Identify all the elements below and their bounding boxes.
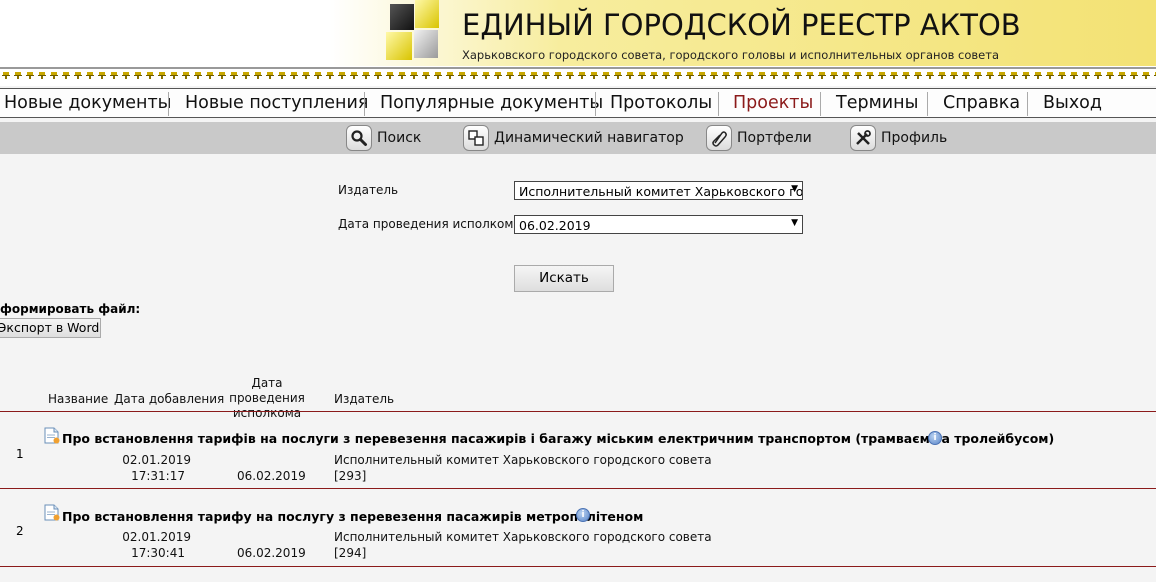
- subnav-search[interactable]: Поиск: [346, 125, 421, 151]
- column-header-name: Название: [48, 392, 109, 406]
- nav-divider: [820, 92, 821, 116]
- registration-number: [294]: [334, 546, 367, 560]
- meeting-date-select[interactable]: 06.02.2019 ▼: [514, 215, 803, 234]
- publisher-select[interactable]: Исполнительный комитет Харьковского горо…: [514, 181, 803, 200]
- nav-terms[interactable]: Термины: [836, 93, 918, 113]
- info-icon[interactable]: i: [928, 431, 942, 445]
- paperclip-icon: [706, 125, 732, 151]
- dropdown-arrow-icon: ▼: [791, 184, 798, 194]
- export-title: формировать файл:: [0, 302, 141, 316]
- row-number: 2: [16, 524, 24, 538]
- added-time: 17:31:17: [131, 469, 185, 483]
- publisher-select-value: Исполнительный комитет Харьковского горо…: [519, 184, 803, 199]
- subnav-portfolios-label: Портфели: [737, 130, 812, 146]
- nav-divider: [364, 92, 365, 116]
- column-header-date-added: Дата добавления: [114, 392, 225, 406]
- subnav-portfolios[interactable]: Портфели: [706, 125, 812, 151]
- document-title-link[interactable]: Про встановлення тарифу на послугу з пер…: [62, 509, 643, 524]
- publisher: Исполнительный комитет Харьковского горо…: [334, 530, 712, 544]
- nav-divider: [168, 92, 169, 116]
- nav-popular-documents[interactable]: Популярные документы: [380, 93, 603, 113]
- export-word-button[interactable]: Экспорт в Word: [0, 318, 101, 338]
- magnifier-icon: [346, 125, 372, 151]
- column-header-meeting-date: Дата проведения исполкома: [229, 376, 305, 420]
- nav-logout[interactable]: Выход: [1043, 93, 1102, 113]
- decorative-border: [0, 66, 1156, 86]
- subnav-profile-label: Профиль: [881, 130, 948, 146]
- row-separator: [0, 566, 1156, 567]
- meeting-date: 06.02.2019: [237, 546, 306, 560]
- nav-new-documents[interactable]: Новые документы: [4, 93, 171, 113]
- subnav-dynamic-navigator[interactable]: Динамический навигатор: [463, 125, 684, 151]
- row-separator: [0, 488, 1156, 489]
- nav-projects[interactable]: Проекты: [733, 93, 813, 113]
- row-separator: [0, 411, 1156, 412]
- site-header: ЕДИНЫЙ ГОРОДСКОЙ РЕЕСТР АКТОВ Харьковско…: [0, 0, 1156, 66]
- subnav-navigator-label: Динамический навигатор: [494, 130, 684, 146]
- meeting-date: 06.02.2019: [237, 469, 306, 483]
- meeting-date-label: Дата проведения исполкома: [338, 217, 521, 231]
- search-button[interactable]: Искать: [514, 265, 614, 292]
- nav-protocols[interactable]: Протоколы: [610, 93, 712, 113]
- meeting-date-select-value: 06.02.2019: [519, 218, 591, 233]
- document-icon: [44, 504, 60, 521]
- dropdown-arrow-icon: ▼: [791, 218, 798, 228]
- info-icon[interactable]: i: [576, 508, 590, 522]
- site-subtitle: Харьковского городского совета, городско…: [462, 48, 1000, 62]
- added-date: 02.01.2019: [122, 453, 191, 467]
- ornament-pattern: [0, 66, 1156, 86]
- main-navigation: Новые документы Новые поступления Популя…: [0, 88, 1156, 118]
- registration-number: [293]: [334, 469, 367, 483]
- subnav-search-label: Поиск: [377, 130, 422, 146]
- tools-icon: [850, 125, 876, 151]
- added-time: 17:30:41: [131, 546, 185, 560]
- nav-help[interactable]: Справка: [943, 93, 1020, 113]
- nav-divider: [718, 92, 719, 116]
- added-date: 02.01.2019: [122, 530, 191, 544]
- subnav-profile[interactable]: Профиль: [850, 125, 947, 151]
- publisher-label: Издатель: [338, 183, 399, 197]
- publisher: Исполнительный комитет Харьковского горо…: [334, 453, 712, 467]
- document-icon: [44, 427, 60, 444]
- navigator-icon: [463, 125, 489, 151]
- sub-navigation: Поиск Динамический навигатор Портфели Пр…: [0, 122, 1156, 154]
- site-title: ЕДИНЫЙ ГОРОДСКОЙ РЕЕСТР АКТОВ: [462, 8, 1021, 42]
- row-number: 1: [16, 447, 24, 461]
- nav-divider: [927, 92, 928, 116]
- nav-divider: [1027, 92, 1028, 116]
- nav-divider: [595, 92, 596, 116]
- document-title-link[interactable]: Про встановлення тарифів на послуги з пе…: [62, 431, 1054, 446]
- column-header-publisher: Издатель: [334, 392, 395, 406]
- nav-new-arrivals[interactable]: Новые поступления: [185, 93, 368, 113]
- registry-logo: [386, 0, 439, 60]
